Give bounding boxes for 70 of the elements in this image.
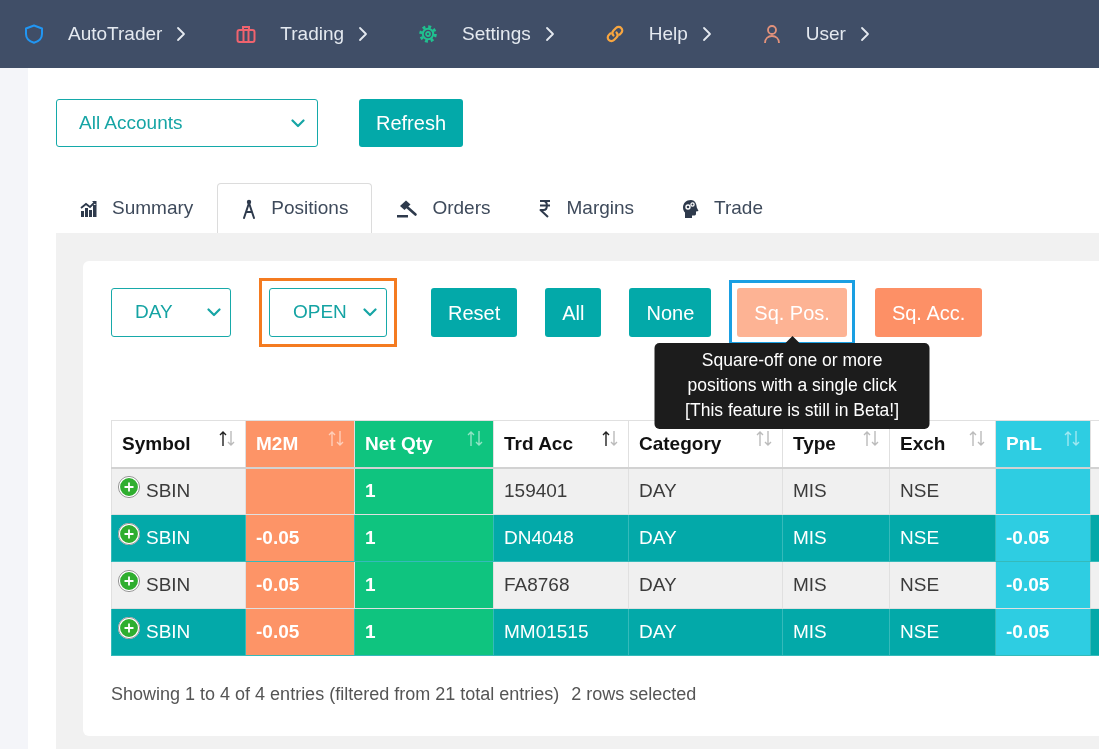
table-cell: -0.05	[245, 514, 355, 562]
table-cell: FA8768	[493, 561, 629, 609]
table-cell: 1	[354, 514, 494, 562]
column-header[interactable]: Symbol	[111, 420, 246, 468]
selection-info-text: 2 rows selected	[571, 683, 697, 705]
table-cell: DAY	[628, 514, 783, 562]
table-cell: NSE	[889, 467, 996, 515]
head-gears-icon	[682, 198, 701, 219]
chevron-down-icon	[363, 308, 377, 317]
chevron-right-icon	[358, 26, 369, 42]
table-cell: NSE	[889, 514, 996, 562]
table-cell: -0.05	[995, 514, 1091, 562]
link-icon	[604, 24, 625, 44]
table-row[interactable]: SBIN -0.05 1 FA8768 DAY MIS NSE -0.05	[111, 561, 1099, 609]
nav-menu-item[interactable]: User	[761, 19, 870, 49]
bar-chart-icon	[80, 200, 98, 217]
nav-menu-item[interactable]: AutoTrader	[24, 19, 187, 49]
table-cell: NSE	[889, 561, 996, 609]
table-cell: MIS	[782, 514, 890, 562]
plus-circle-icon[interactable]	[118, 475, 140, 498]
table-cell: -0.05	[995, 608, 1091, 656]
gavel-icon	[396, 199, 419, 218]
table-cell: 1	[354, 608, 494, 656]
column-header[interactable]: Trd Acc	[493, 420, 629, 468]
table-cell: 159401	[493, 467, 629, 515]
gear-icon	[418, 24, 439, 44]
chevron-right-icon	[701, 26, 712, 42]
table-cell: DN4048	[493, 514, 629, 562]
symbol-text: SBIN	[146, 572, 191, 597]
table-info-text: Showing 1 to 4 of 4 entries (filtered from 21 total entries)	[111, 683, 560, 705]
table-cell: -0.05	[995, 561, 1091, 609]
tab[interactable]: Orders	[372, 183, 515, 233]
tooltip: Square-off one or more positions with a single click [This feature is still in Beta!]	[654, 336, 930, 429]
table-cell: MIS	[782, 608, 890, 656]
chevron-down-icon	[291, 118, 305, 128]
rupee-icon	[538, 199, 553, 218]
tab[interactable]: Margins	[514, 183, 659, 233]
plus-circle-icon[interactable]	[118, 616, 140, 639]
symbol-text: SBIN	[146, 619, 191, 644]
symbol-text: SBIN	[146, 479, 191, 503]
chevron-right-icon	[176, 26, 187, 42]
table-cell: 1	[354, 561, 494, 609]
shield-icon	[24, 24, 44, 44]
chevron-right-icon	[544, 26, 555, 42]
table-cell: DAY	[628, 608, 783, 656]
plus-circle-icon[interactable]	[118, 522, 140, 545]
tab[interactable]: Summary	[56, 183, 218, 233]
tab[interactable]: Trade	[658, 183, 787, 233]
column-header[interactable]: Exch	[889, 420, 996, 468]
nav-menu-item[interactable]: Trading	[236, 19, 369, 49]
briefcase-icon	[236, 24, 257, 44]
user-icon	[761, 24, 782, 44]
drafting-compass-icon	[241, 198, 258, 219]
table-row[interactable]: SBIN 1 159401 DAY MIS NSE	[111, 467, 1099, 515]
table-cell: DAY	[628, 467, 783, 515]
table-cell: NSE	[889, 608, 996, 656]
nav-menu-item[interactable]: Help	[604, 19, 712, 49]
table-cell: DAY	[628, 561, 783, 609]
chevron-down-icon	[207, 308, 221, 317]
table-cell: 1	[354, 467, 494, 515]
chevron-right-icon	[859, 26, 870, 42]
plus-circle-icon[interactable]	[118, 569, 140, 592]
table-cell: -0.05	[245, 608, 355, 656]
tab[interactable]: Positions	[217, 183, 373, 233]
table-cell: MIS	[782, 561, 890, 609]
symbol-text: SBIN	[146, 525, 191, 550]
table-cell: MM01515	[493, 608, 629, 656]
table-cell: -0.05	[245, 561, 355, 609]
nav-menu-item[interactable]: Settings	[418, 19, 555, 49]
table-cell: MIS	[782, 467, 890, 515]
